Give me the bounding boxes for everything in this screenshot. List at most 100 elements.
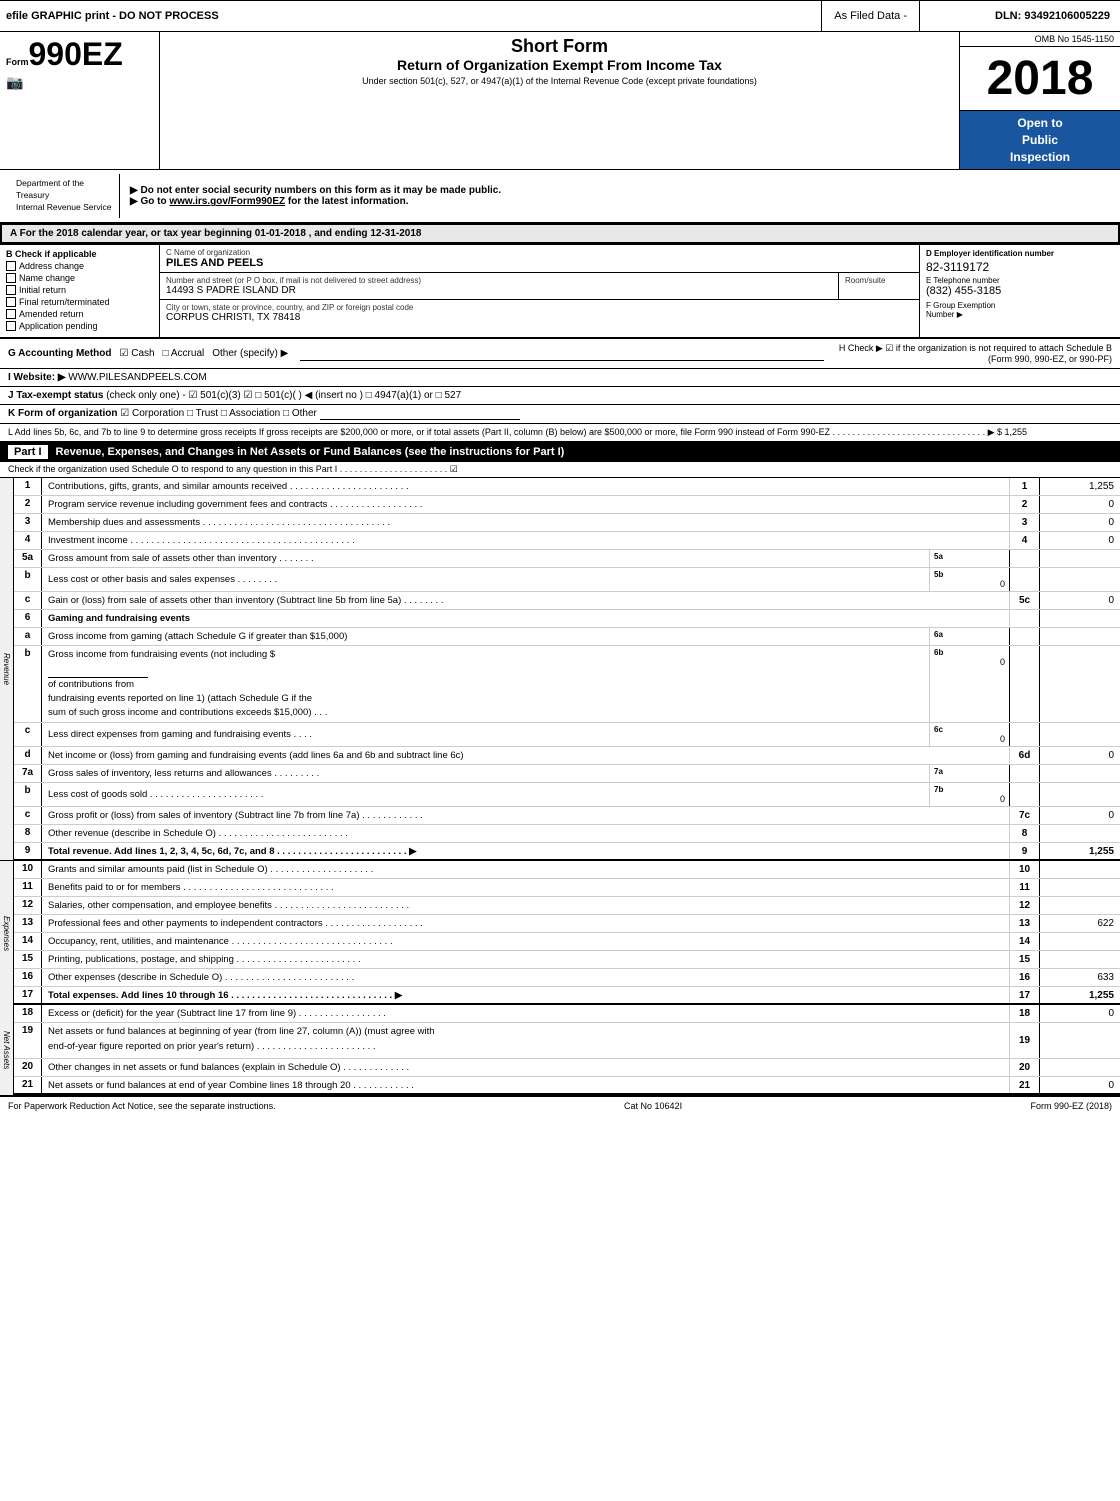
- short-form-title: Short Form: [170, 36, 949, 57]
- table-row: 19 Net assets or fund balances at beginn…: [14, 1023, 1120, 1059]
- row-num-9: 9: [14, 843, 42, 859]
- row-linenum-21: 21: [1010, 1077, 1040, 1093]
- expenses-rows: 10 Grants and similar amounts paid (list…: [14, 861, 1120, 1005]
- table-row: c Less direct expenses from gaming and f…: [14, 723, 1120, 747]
- row-linenum-1: 1: [1010, 478, 1040, 495]
- row-desc-15: Printing, publications, postage, and shi…: [42, 951, 1010, 968]
- row-num-16: 16: [14, 969, 42, 986]
- application-label: Application pending: [19, 321, 98, 331]
- table-row: 6 Gaming and fundraising events: [14, 610, 1120, 628]
- row-desc-8: Other revenue (describe in Schedule O) .…: [42, 825, 1010, 842]
- row-num-6b: b: [14, 646, 42, 722]
- row-value-13: 622: [1040, 915, 1120, 932]
- row-num-5c: c: [14, 592, 42, 609]
- room-label: Room/suite: [845, 276, 913, 285]
- notice2: ▶ Go to www.irs.gov/Form990EZ for the la…: [130, 196, 1110, 207]
- checkbox-final[interactable]: [6, 297, 16, 307]
- city-label: City or town, state or province, country…: [166, 303, 913, 312]
- row-value-5a: [1040, 550, 1120, 567]
- checkbox-initial[interactable]: [6, 285, 16, 295]
- row-num-2: 2: [14, 496, 42, 513]
- row-linenum-6: [1010, 610, 1040, 627]
- org-name-label: C Name of organization: [166, 248, 913, 257]
- row-desc-6: Gaming and fundraising events: [42, 610, 1010, 627]
- row-linenum-5b: [1010, 568, 1040, 591]
- group-label: F Group Exemption: [926, 301, 995, 310]
- year-box: 2018: [960, 47, 1120, 111]
- row-desc-17: Total expenses. Add lines 10 through 16 …: [42, 987, 1010, 1003]
- footer-left: For Paperwork Reduction Act Notice, see …: [8, 1101, 276, 1111]
- ein-value: 82-3119172: [926, 260, 1114, 274]
- row-desc-1: Contributions, gifts, grants, and simila…: [42, 478, 1010, 495]
- row-num-6a: a: [14, 628, 42, 645]
- row-num-6c: c: [14, 723, 42, 746]
- table-row: 4 Investment income . . . . . . . . . . …: [14, 532, 1120, 550]
- row-linenum-13: 13: [1010, 915, 1040, 932]
- checkbox-amended[interactable]: [6, 309, 16, 319]
- tax-status-label: J Tax-exempt status: [8, 390, 103, 401]
- row-desc-3: Membership dues and assessments . . . . …: [42, 514, 1010, 531]
- mid-value-5b: 0: [934, 579, 1005, 589]
- website-row: I Website: ▶ WWW.PILESANDPEELS.COM: [0, 369, 1120, 387]
- net-assets-section: Net Assets 18 Excess or (deficit) for th…: [0, 1005, 1120, 1095]
- row-value-7c: 0: [1040, 807, 1120, 824]
- tax-year-label: A For the 2018 calendar year, or tax yea…: [10, 228, 306, 239]
- group-arrow: ▶: [957, 310, 963, 319]
- expenses-section: Expenses 10 Grants and similar amounts p…: [0, 861, 1120, 1005]
- row-num-4: 4: [14, 532, 42, 549]
- table-row: c Gross profit or (loss) from sales of i…: [14, 807, 1120, 825]
- room-suite: Room/suite: [839, 273, 919, 299]
- lines-note-text: L Add lines 5b, 6c, and 7b to line 9 to …: [8, 427, 1027, 437]
- row-desc-6d: Net income or (loss) from gaming and fun…: [42, 747, 1010, 764]
- table-row: 3 Membership dues and assessments . . . …: [14, 514, 1120, 532]
- table-row: 18 Excess or (deficit) for the year (Sub…: [14, 1005, 1120, 1023]
- return-title: Return of Organization Exempt From Incom…: [170, 57, 949, 73]
- part1-label: Part I: [8, 445, 48, 459]
- table-row: 20 Other changes in net assets or fund b…: [14, 1059, 1120, 1077]
- row-desc-20: Other changes in net assets or fund bala…: [42, 1059, 1010, 1076]
- row-value-15: [1040, 951, 1120, 968]
- checkbox-application[interactable]: [6, 321, 16, 331]
- row-value-11: [1040, 879, 1120, 896]
- row-value-20: [1040, 1059, 1120, 1076]
- row-desc-12: Salaries, other compensation, and employ…: [42, 897, 1010, 914]
- revenue-section: Revenue 1 Contributions, gifts, grants, …: [0, 478, 1120, 861]
- row-linenum-5c: 5c: [1010, 592, 1040, 609]
- row-linenum-12: 12: [1010, 897, 1040, 914]
- row-linenum-9: 9: [1010, 843, 1040, 859]
- irs-link[interactable]: www.irs.gov/Form990EZ: [169, 196, 285, 207]
- table-row: 11 Benefits paid to or for members . . .…: [14, 879, 1120, 897]
- row-desc-4: Investment income . . . . . . . . . . . …: [42, 532, 1010, 549]
- checkbox-name[interactable]: [6, 273, 16, 283]
- row-desc-6a: Gross income from gaming (attach Schedul…: [42, 628, 930, 645]
- row-value-17: 1,255: [1040, 987, 1120, 1003]
- row-desc-5c: Gain or (loss) from sale of assets other…: [42, 592, 1010, 609]
- address-row: Number and street (or P O box, if mail i…: [160, 273, 919, 300]
- table-row: 21 Net assets or fund balances at end of…: [14, 1077, 1120, 1095]
- row-linenum-8: 8: [1010, 825, 1040, 842]
- row-linenum-6d: 6d: [1010, 747, 1040, 764]
- row-mid-7a: 7a: [930, 765, 1010, 782]
- tax-status-value: (check only one) - ☑ 501(c)(3) ☑ □ 501(c…: [106, 390, 461, 401]
- mid-value-6b: 0: [934, 657, 1005, 667]
- table-row: a Gross income from gaming (attach Sched…: [14, 628, 1120, 646]
- row-linenum-6b: [1010, 646, 1040, 722]
- group-sub: Number: [926, 310, 954, 319]
- row-value-19: [1040, 1023, 1120, 1058]
- table-row: 7a Gross sales of inventory, less return…: [14, 765, 1120, 783]
- row-linenum-14: 14: [1010, 933, 1040, 950]
- checkbox-address[interactable]: [6, 261, 16, 271]
- row-num-6d: d: [14, 747, 42, 764]
- row-linenum-6a: [1010, 628, 1040, 645]
- right-header: OMB No 1545-1150 2018 Open to Public Ins…: [960, 32, 1120, 169]
- row-desc-19: Net assets or fund balances at beginning…: [42, 1023, 1010, 1058]
- row-linenum-6c: [1010, 723, 1040, 746]
- row-value-6: [1040, 610, 1120, 627]
- row-num-5a: 5a: [14, 550, 42, 567]
- row-num-11: 11: [14, 879, 42, 896]
- check-final-return: Final return/terminated: [6, 297, 153, 307]
- check-amended: Amended return: [6, 309, 153, 319]
- row-num-7a: 7a: [14, 765, 42, 782]
- cash-label: ☑ Cash: [120, 348, 155, 359]
- row-num-18: 18: [14, 1005, 42, 1022]
